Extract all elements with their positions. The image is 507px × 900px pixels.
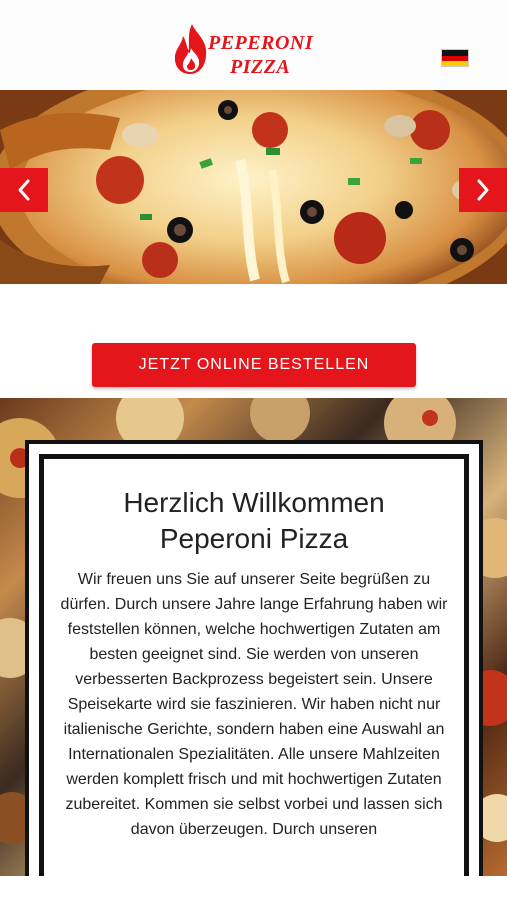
german-flag-icon[interactable]: [441, 49, 469, 67]
bottom-whitespace: [0, 876, 507, 900]
welcome-card-inner: Herzlich Willkommen Peperoni Pizza Wir f…: [39, 454, 469, 884]
order-section: JETZT ONLINE BESTELLEN: [0, 284, 507, 398]
chevron-right-icon: [477, 179, 489, 201]
logo[interactable]: PEPERONI PIZZA: [172, 22, 322, 82]
flame-icon: [174, 24, 207, 74]
pizza-image: [0, 90, 507, 284]
slider-next-button[interactable]: [459, 168, 507, 212]
site-header: PEPERONI PIZZA: [0, 0, 507, 90]
welcome-card: Herzlich Willkommen Peperoni Pizza Wir f…: [25, 440, 483, 884]
brand-name-line1: PEPERONI: [208, 32, 314, 54]
slider-prev-button[interactable]: [0, 168, 48, 212]
welcome-title: Herzlich Willkommen Peperoni Pizza: [54, 485, 454, 557]
order-online-button[interactable]: JETZT ONLINE BESTELLEN: [92, 343, 416, 387]
welcome-text: Wir freuen uns Sie auf unserer Seite beg…: [60, 571, 448, 838]
brand-name-line2: PIZZA: [230, 56, 291, 78]
chevron-left-icon: [18, 179, 30, 201]
welcome-title-line1: Herzlich Willkommen: [123, 487, 385, 518]
welcome-title-line2: Peperoni Pizza: [159, 523, 349, 554]
hero-slider[interactable]: [0, 90, 507, 284]
